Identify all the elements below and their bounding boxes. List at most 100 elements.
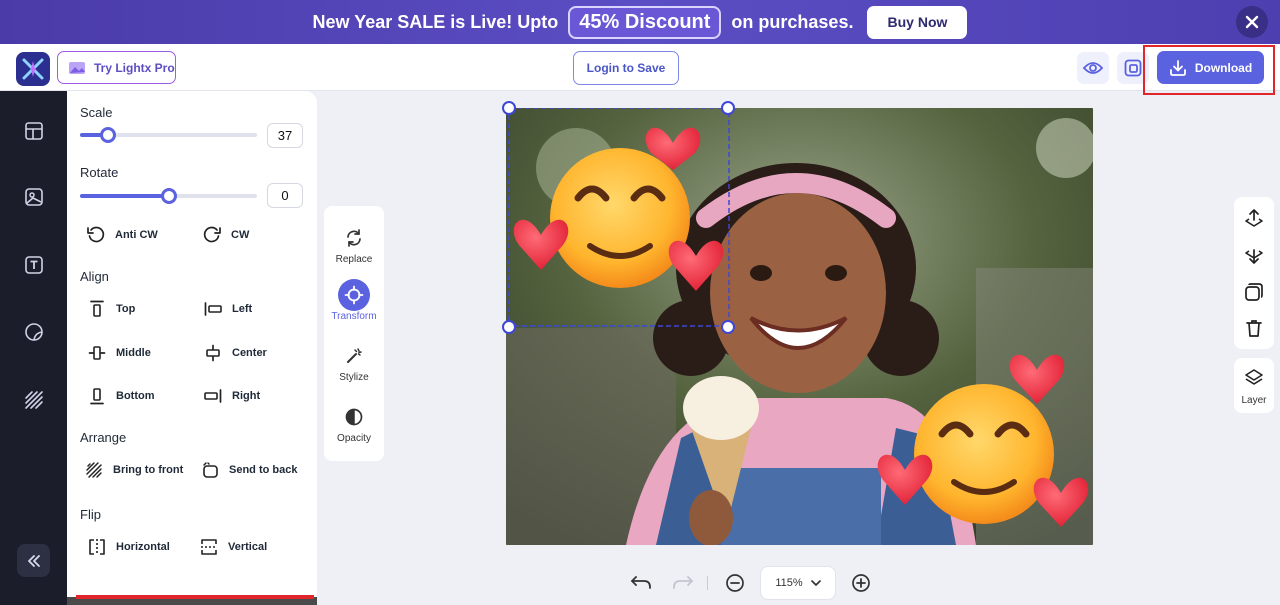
login-to-save-button[interactable]: Login to Save (573, 51, 679, 85)
align-center-button[interactable]: Center (202, 342, 267, 364)
duplicate-icon (1245, 283, 1263, 301)
align-center-label: Center (232, 347, 267, 359)
duplicate-button[interactable] (1242, 280, 1266, 304)
rotate-slider-fill (80, 194, 169, 198)
transform-label: Transform (331, 311, 377, 322)
flip-vertical-label: Vertical (228, 541, 268, 553)
rotate-slider-handle[interactable] (161, 188, 177, 204)
magic-wand-icon (338, 340, 370, 372)
align-right-label: Right (232, 390, 261, 402)
object-tools: Replace Transform Stylize Opacity (324, 206, 384, 461)
flip-horizontal-icon (86, 536, 108, 558)
collapse-panel-button[interactable] (17, 544, 50, 577)
layer-label: Layer (1241, 395, 1267, 406)
opacity-label: Opacity (337, 433, 371, 444)
eye-icon (1083, 62, 1103, 74)
scale-slider[interactable] (80, 127, 257, 143)
zoom-out-button[interactable] (725, 573, 745, 593)
discount-badge: 45% Discount (568, 5, 722, 39)
redo-icon (673, 576, 693, 589)
zoom-value: 115% (775, 577, 803, 589)
download-highlight-box (1143, 45, 1275, 95)
opacity-icon (338, 401, 370, 433)
bring-forward-icon (1245, 209, 1263, 227)
anti-cw-label: Anti CW (115, 229, 158, 241)
scale-label: Scale (80, 105, 113, 120)
scale-value-input[interactable]: 37 (267, 123, 303, 148)
scale-slider-handle[interactable] (100, 127, 116, 143)
rotate-right-icon (201, 224, 223, 246)
rotate-clockwise-button[interactable]: CW (201, 224, 249, 246)
align-bottom-icon (86, 385, 108, 407)
align-middle-button[interactable]: Middle (86, 342, 151, 364)
try-pro-button[interactable]: Try Lightx Pro (57, 51, 176, 84)
templates-icon[interactable] (22, 119, 46, 143)
flip-vertical-icon (198, 536, 220, 558)
replace-icon (338, 222, 370, 254)
preview-button[interactable] (1077, 52, 1109, 84)
align-right-button[interactable]: Right (202, 385, 260, 407)
opacity-tool[interactable]: Opacity (324, 401, 384, 444)
buy-now-button[interactable]: Buy Now (867, 5, 968, 39)
arrange-heading: Arrange (80, 430, 127, 445)
align-top-button[interactable]: Top (86, 298, 135, 320)
top-bar: Try Lightx Pro Login to Save Download (0, 44, 1280, 91)
align-left-button[interactable]: Left (202, 298, 252, 320)
transform-tool[interactable]: Transform (324, 279, 384, 322)
align-top-label: Top (116, 303, 136, 315)
zoom-in-button[interactable] (851, 573, 871, 593)
close-banner-button[interactable] (1236, 6, 1268, 38)
align-bottom-label: Bottom (116, 390, 155, 402)
transform-panel: Scale 37 Rotate 0 Anti CW CW Align Top L… (67, 91, 317, 605)
align-right-icon (202, 385, 224, 407)
bring-to-front-button[interactable]: Bring to front (83, 459, 183, 481)
rotate-value-input[interactable]: 0 (267, 183, 303, 208)
replace-tool[interactable]: Replace (324, 222, 384, 265)
chevron-down-icon (810, 579, 821, 586)
redo-button[interactable] (672, 573, 694, 593)
align-middle-label: Middle (116, 347, 151, 359)
flip-heading: Flip (80, 507, 101, 522)
panel-progress-line (76, 595, 314, 599)
rotate-slider[interactable] (80, 188, 257, 204)
send-to-back-button[interactable]: Send to back (199, 459, 297, 481)
flip-horizontal-button[interactable]: Horizontal (86, 536, 170, 558)
stylize-tool[interactable]: Stylize (324, 340, 384, 383)
text-icon[interactable] (22, 253, 46, 277)
undo-button[interactable] (630, 573, 652, 593)
send-backward-icon (1245, 249, 1263, 264)
selection-handles[interactable] (498, 98, 738, 338)
align-middle-icon (86, 342, 108, 364)
undo-icon (631, 576, 651, 589)
try-pro-label: Try Lightx Pro (94, 60, 175, 75)
image-icon[interactable] (22, 185, 46, 209)
align-top-icon (86, 298, 108, 320)
zoom-in-icon (852, 574, 870, 592)
app-logo[interactable] (16, 52, 50, 86)
move-up-button[interactable] (1242, 206, 1266, 230)
trash-icon (1246, 320, 1262, 337)
rotate-left-icon (85, 224, 107, 246)
bottom-toolbar: 115% (620, 563, 880, 603)
flip-vertical-button[interactable]: Vertical (198, 536, 267, 558)
banner-text-end: on purchases. (731, 11, 854, 32)
pattern-icon[interactable] (22, 388, 46, 412)
delete-button[interactable] (1242, 316, 1266, 340)
promo-banner: New Year SALE is Live! Upto 45% Discount… (0, 0, 1280, 44)
align-center-icon (202, 342, 224, 364)
align-bottom-button[interactable]: Bottom (86, 385, 155, 407)
double-chevron-left-icon (27, 554, 40, 567)
sticker-icon[interactable] (22, 320, 46, 344)
bring-to-front-icon (83, 459, 105, 481)
left-toolbar (0, 91, 67, 605)
zoom-out-icon (726, 574, 744, 592)
layers-icon (1242, 366, 1266, 390)
transform-icon (338, 279, 370, 311)
layer-panel-button[interactable]: Layer (1234, 358, 1274, 413)
rotate-anticlockwise-button[interactable]: Anti CW (85, 224, 158, 246)
move-down-button[interactable] (1242, 243, 1266, 267)
rotate-label: Rotate (80, 165, 119, 180)
zoom-select[interactable]: 115% (760, 566, 836, 600)
pro-image-icon (69, 61, 85, 74)
send-to-back-label: Send to back (229, 464, 298, 476)
